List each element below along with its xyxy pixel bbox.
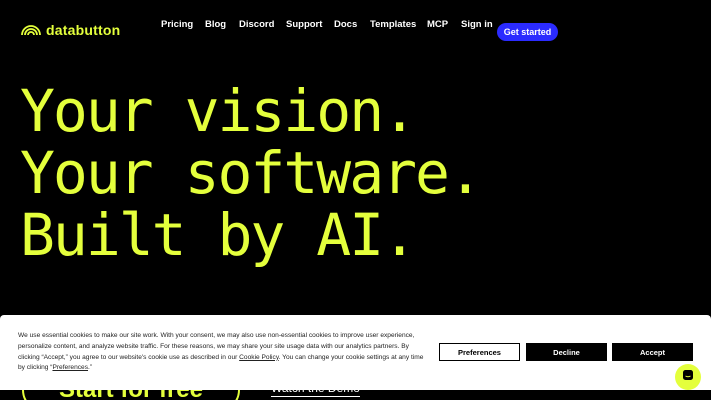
- nav-link-discord[interactable]: Discord: [239, 19, 274, 30]
- hero-line-1: Your vision.: [20, 77, 417, 145]
- hero-line-2: Your software.: [20, 139, 483, 207]
- nav-link-docs[interactable]: Docs: [334, 19, 357, 30]
- cookie-message: We use essential cookies to make our sit…: [18, 331, 432, 374]
- cookie-text-part3: .”: [88, 364, 93, 372]
- hero-headline: Your vision. Your software. Built by AI.: [20, 77, 483, 269]
- cookie-preferences-link[interactable]: Preferences: [52, 364, 88, 371]
- chat-launcher-button[interactable]: [675, 364, 701, 390]
- rainbow-arcs-icon: [20, 24, 42, 36]
- chat-icon: [682, 368, 694, 386]
- decline-button[interactable]: Decline: [526, 343, 607, 361]
- cookie-policy-link[interactable]: Cookie Policy: [239, 354, 278, 361]
- top-nav: databutton Pricing Blog Discord Support …: [0, 0, 711, 64]
- nav-link-support[interactable]: Support: [286, 19, 322, 30]
- nav-link-templates[interactable]: Templates: [370, 19, 416, 30]
- hero-line-3: Built by AI.: [20, 201, 417, 269]
- get-started-button[interactable]: Get started: [497, 23, 558, 41]
- brand-name: databutton: [46, 22, 121, 38]
- nav-link-mcp[interactable]: MCP: [427, 19, 448, 30]
- brand-logo[interactable]: databutton: [20, 22, 120, 38]
- cookie-banner: We use essential cookies to make our sit…: [0, 315, 711, 390]
- nav-link-blog[interactable]: Blog: [205, 19, 226, 30]
- sign-in-link[interactable]: Sign in: [461, 19, 493, 30]
- preferences-button[interactable]: Preferences: [439, 343, 520, 361]
- page: databutton Pricing Blog Discord Support …: [0, 0, 711, 400]
- accept-button[interactable]: Accept: [612, 343, 693, 361]
- nav-link-pricing[interactable]: Pricing: [161, 19, 193, 30]
